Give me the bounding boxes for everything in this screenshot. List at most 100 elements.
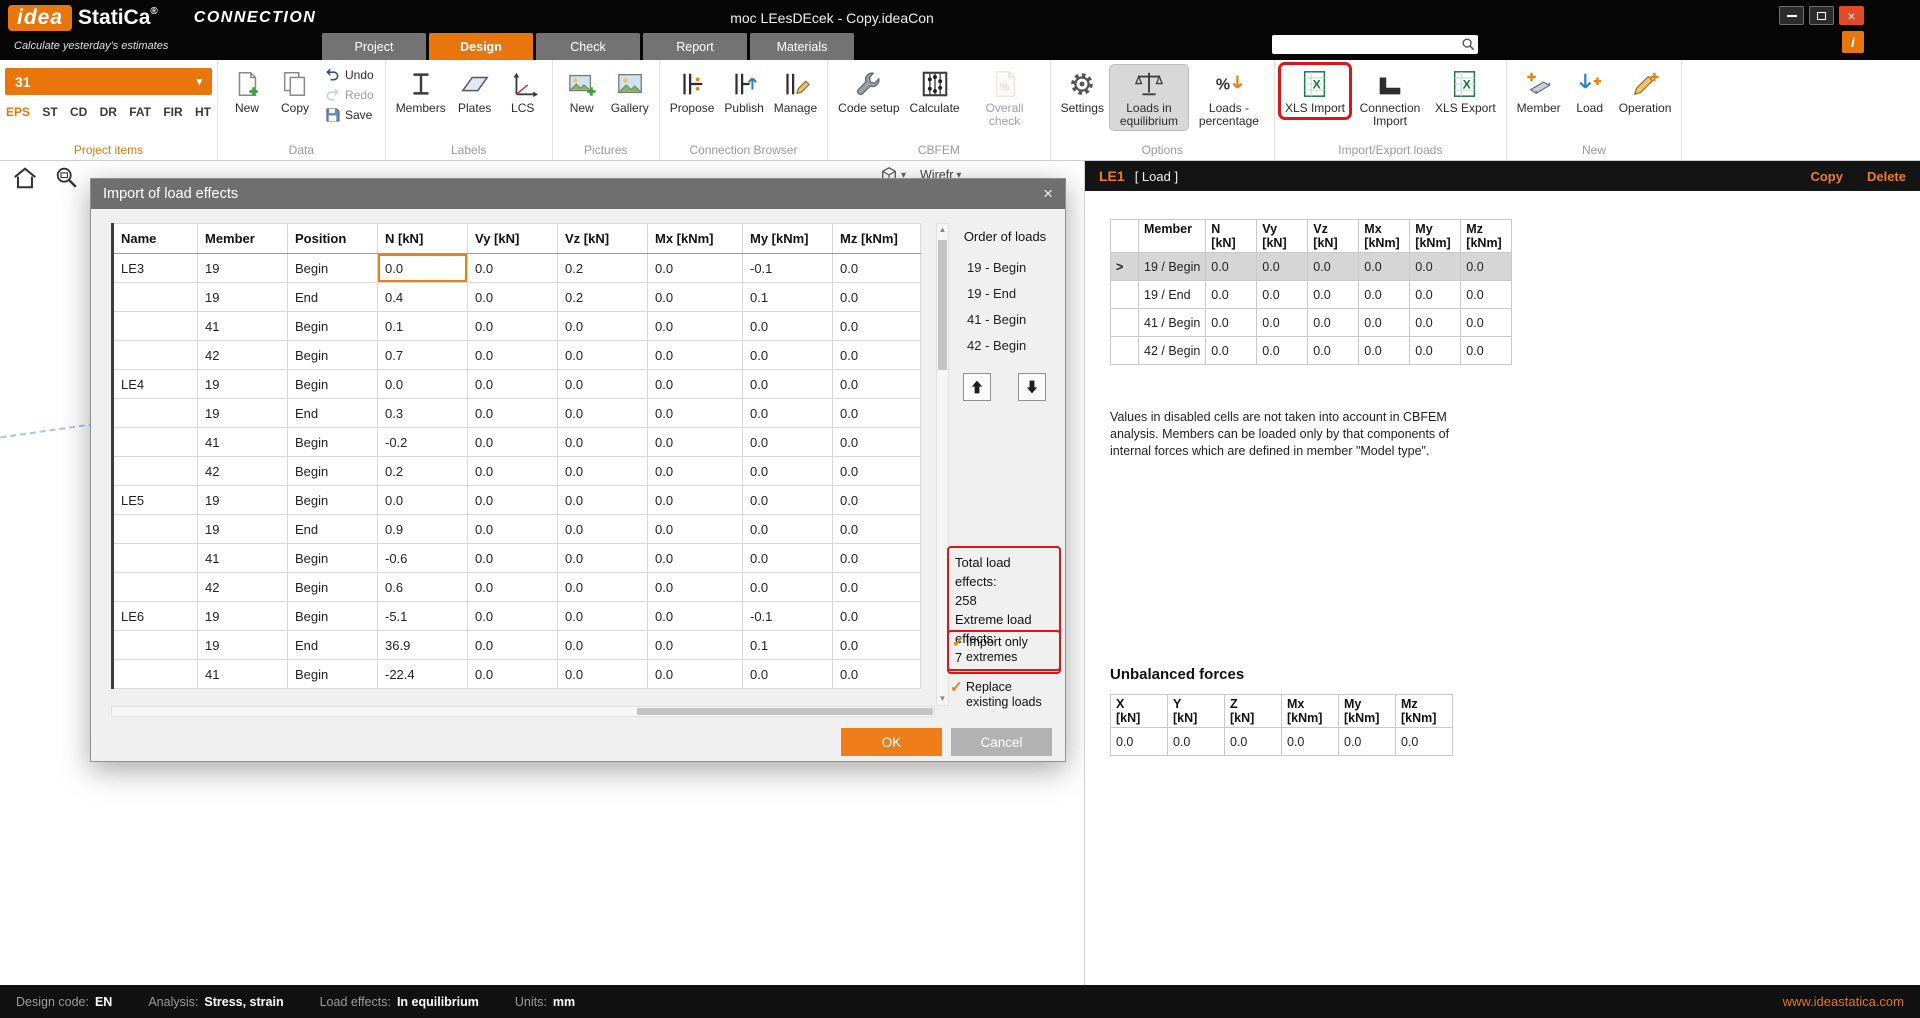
row-selector-cell[interactable] (1111, 309, 1139, 337)
import-table-cell[interactable]: Begin (288, 457, 378, 486)
project-item-tab-dr[interactable]: DR (100, 105, 117, 119)
import-table-cell[interactable]: 0.1 (743, 631, 833, 660)
ribbon-button-overall-check[interactable]: %Overall check (966, 65, 1044, 130)
order-item-41-begin[interactable]: 41 - Begin (967, 307, 1061, 333)
import-table-cell[interactable]: 19 (198, 602, 288, 631)
import-table-cell[interactable] (113, 399, 198, 428)
import-table-cell[interactable]: 0.0 (833, 283, 921, 312)
import-table-cell[interactable]: 0.0 (468, 457, 558, 486)
load-table-value-cell[interactable]: 0.0 (1410, 337, 1461, 365)
tab-check[interactable]: Check (536, 33, 640, 60)
import-table-cell[interactable]: End (288, 399, 378, 428)
tab-project[interactable]: Project (322, 33, 426, 60)
import-table-cell[interactable]: 0.0 (558, 660, 648, 689)
import-table-cell[interactable]: 0.0 (833, 399, 921, 428)
ribbon-button-xls-import[interactable]: XXLS Import (1281, 65, 1349, 117)
import-table-cell[interactable]: Begin (288, 341, 378, 370)
import-table-cell[interactable]: 0.0 (468, 486, 558, 515)
close-button[interactable]: × (1839, 6, 1864, 25)
horizontal-scroll-thumb[interactable] (637, 708, 933, 715)
import-table-cell[interactable]: Begin (288, 312, 378, 341)
load-table-value-cell[interactable]: 0.0 (1257, 281, 1308, 309)
load-table-value-cell[interactable]: 0.0 (1410, 281, 1461, 309)
import-table-cell[interactable]: 0.0 (743, 486, 833, 515)
import-table-cell[interactable]: 0.0 (743, 312, 833, 341)
load-table-value-cell[interactable]: 0.0 (1257, 337, 1308, 365)
project-item-selector[interactable]: 31 ▾ (5, 68, 212, 95)
load-table-value-cell[interactable]: 0.0 (1206, 253, 1257, 281)
copy-load-button[interactable]: Copy (1810, 169, 1843, 184)
load-table-value-cell[interactable]: 0.0 (1410, 309, 1461, 337)
import-table-cell[interactable]: 0.0 (558, 457, 648, 486)
row-selector-cell[interactable] (1111, 337, 1139, 365)
import-table-cell[interactable]: 0.0 (558, 428, 648, 457)
import-table-cell[interactable] (113, 573, 198, 602)
load-table-value-cell[interactable]: 0.0 (1359, 309, 1410, 337)
import-table-cell[interactable]: Begin (288, 428, 378, 457)
import-table-cell[interactable]: 0.0 (833, 573, 921, 602)
load-table-value-cell[interactable]: 0.0 (1461, 253, 1512, 281)
import-table-cell[interactable]: 0.0 (648, 486, 743, 515)
import-table-cell[interactable]: LE3 (113, 254, 198, 283)
import-table-cell[interactable]: 0.0 (833, 254, 921, 283)
load-table-value-cell[interactable]: 0.0 (1206, 337, 1257, 365)
import-table-cell[interactable]: -0.1 (743, 254, 833, 283)
import-table-cell[interactable]: 0.0 (558, 573, 648, 602)
import-table-cell[interactable]: 0.0 (468, 428, 558, 457)
ribbon-button-copy[interactable]: Copy (272, 65, 318, 117)
import-table-cell[interactable]: Begin (288, 660, 378, 689)
import-table-cell[interactable]: 42 (198, 341, 288, 370)
import-table-cell[interactable]: 0.0 (648, 399, 743, 428)
import-table-cell[interactable]: 0.2 (558, 283, 648, 312)
project-item-tab-fat[interactable]: FAT (129, 105, 151, 119)
import-table-cell[interactable]: 0.0 (468, 631, 558, 660)
import-table-cell[interactable]: 0.0 (833, 428, 921, 457)
cancel-button[interactable]: Cancel (951, 728, 1052, 756)
project-item-tab-st[interactable]: ST (42, 105, 57, 119)
import-table-cell[interactable]: -5.1 (378, 602, 468, 631)
import-table-cell[interactable]: 19 (198, 515, 288, 544)
import-table-cell[interactable]: 0.0 (468, 399, 558, 428)
ribbon-button-new[interactable]: New (224, 65, 270, 117)
import-table-cell[interactable]: 0.0 (558, 399, 648, 428)
ribbon-button-calculate[interactable]: Calculate (906, 65, 964, 117)
import-table-cell[interactable]: Begin (288, 254, 378, 283)
ribbon-button-gallery[interactable]: Gallery (607, 65, 653, 117)
import-table-cell[interactable]: 0.0 (648, 428, 743, 457)
import-table-cell[interactable]: 0.0 (648, 660, 743, 689)
import-table-cell[interactable]: LE5 (113, 486, 198, 515)
search-box[interactable] (1272, 35, 1478, 54)
dialog-close-icon[interactable]: × (1043, 184, 1053, 204)
ribbon-button-loads-percentage[interactable]: %Loads - percentage (1190, 65, 1268, 130)
import-table-cell[interactable]: 0.0 (468, 544, 558, 573)
import-table-cell[interactable]: 0.0 (648, 312, 743, 341)
import-table-cell[interactable]: 19 (198, 631, 288, 660)
import-table-cell[interactable]: -22.4 (378, 660, 468, 689)
load-table-value-cell[interactable]: 0.0 (1308, 337, 1359, 365)
import-table-cell[interactable] (113, 283, 198, 312)
import-table-cell[interactable]: End (288, 515, 378, 544)
import-table-cell[interactable]: 0.0 (743, 573, 833, 602)
import-table-cell[interactable]: -0.1 (743, 602, 833, 631)
import-table-cell[interactable]: 0.0 (648, 602, 743, 631)
import-table-cell[interactable]: 0.0 (558, 602, 648, 631)
load-table-value-cell[interactable]: 0.0 (1359, 281, 1410, 309)
import-table-cell[interactable]: 0.0 (468, 254, 558, 283)
import-table-cell[interactable]: 0.0 (648, 457, 743, 486)
load-table-value-cell[interactable]: 0.0 (1461, 309, 1512, 337)
project-item-tab-eps[interactable]: EPS (6, 105, 30, 119)
ribbon-button-new[interactable]: New (559, 65, 605, 117)
import-only-extremes-checkbox[interactable]: Import only extremes (947, 630, 1061, 671)
load-table-row[interactable]: 42 / Begin0.00.00.00.00.00.0 (1111, 337, 1512, 365)
import-table-cell[interactable]: 0.0 (558, 486, 648, 515)
tab-design[interactable]: Design (429, 33, 533, 60)
ribbon-button-redo[interactable]: Redo (325, 86, 374, 103)
import-table-cell[interactable]: LE6 (113, 602, 198, 631)
import-table-cell[interactable]: 0.0 (378, 370, 468, 399)
load-table-member-cell[interactable]: 42 / Begin (1139, 337, 1206, 365)
import-table-cell[interactable]: 0.0 (648, 544, 743, 573)
import-table-cell[interactable]: 0.2 (558, 254, 648, 283)
ribbon-button-member[interactable]: Member (1513, 65, 1565, 117)
row-selector-cell[interactable]: > (1111, 253, 1139, 281)
website-link[interactable]: www.ideastatica.com (1783, 994, 1904, 1009)
